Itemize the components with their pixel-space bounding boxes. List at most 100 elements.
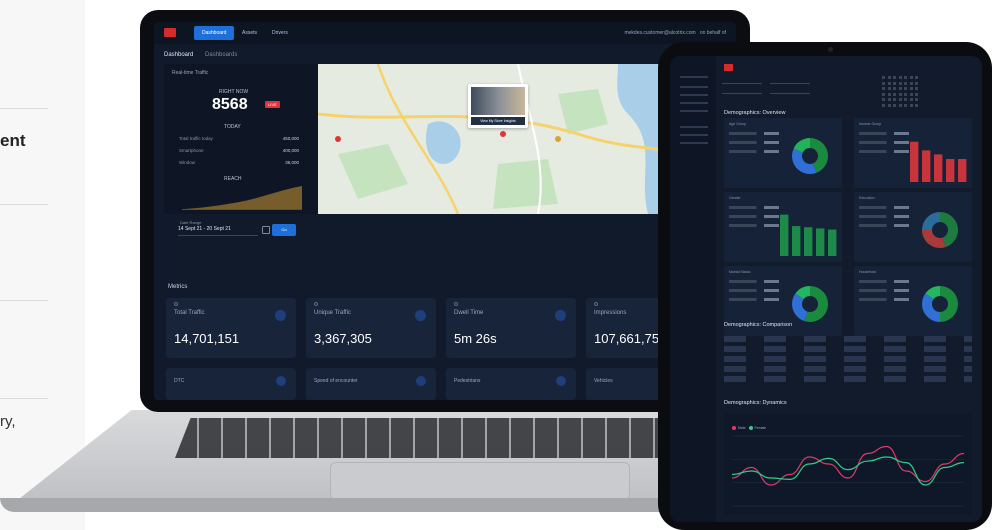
calendar-day[interactable] <box>909 98 913 101</box>
metric-icon <box>276 376 286 386</box>
brand-logo[interactable] <box>164 28 176 37</box>
calendar-day[interactable] <box>887 81 891 85</box>
calendar-day[interactable] <box>882 98 885 101</box>
calendar-day[interactable] <box>893 81 896 85</box>
calendar-day[interactable] <box>909 87 913 90</box>
sidebar-item[interactable] <box>680 76 708 78</box>
calendar-day[interactable] <box>898 98 902 101</box>
sidebar-item[interactable] <box>680 94 708 96</box>
metric-icon <box>416 376 426 386</box>
calendar-day[interactable] <box>915 103 918 107</box>
calendar-day[interactable] <box>904 103 907 107</box>
filter-dropdown[interactable] <box>770 90 810 94</box>
calendar-day[interactable] <box>893 92 896 96</box>
calendar-day[interactable] <box>909 103 913 107</box>
demographic-card[interactable]: Household <box>854 266 972 336</box>
calendar-day[interactable] <box>882 81 885 85</box>
info-icon[interactable] <box>174 302 178 306</box>
calendar-day[interactable] <box>904 81 907 85</box>
tablet-filter-bar <box>722 76 872 100</box>
donut-slice <box>922 212 940 230</box>
calendar-day[interactable] <box>898 87 902 90</box>
calendar-day[interactable] <box>887 92 891 96</box>
map-store-tooltip[interactable]: View My Store Insights <box>468 84 528 128</box>
calendar-day[interactable] <box>915 92 918 96</box>
nav-tab-dashboard[interactable]: Dashboard <box>194 26 235 40</box>
calendar-day[interactable] <box>904 87 907 90</box>
demographic-card[interactable]: Education <box>854 192 972 262</box>
calendar-day[interactable] <box>898 76 902 79</box>
sidebar-item[interactable] <box>680 142 708 144</box>
metric-label: Impressions <box>594 310 627 316</box>
demographic-card[interactable]: Age Group <box>724 118 842 188</box>
brand-logo[interactable] <box>724 64 733 71</box>
filter-dropdown[interactable] <box>770 80 810 84</box>
calendar-day[interactable] <box>893 98 896 101</box>
metric-card-dwell-time[interactable]: Dwell Time 5m 26s <box>446 298 576 358</box>
sidebar-item[interactable] <box>680 110 708 112</box>
calendar-day[interactable] <box>893 76 896 79</box>
nav-tab-assets[interactable]: Assets <box>234 26 265 40</box>
demographic-card[interactable]: Gender <box>724 192 842 262</box>
metric-card-total-traffic[interactable]: Total Traffic 14,701,151 <box>166 298 296 358</box>
calendar-day[interactable] <box>904 98 907 101</box>
breadcrumb-current[interactable]: Dashboards <box>205 52 237 58</box>
comparison-table <box>724 336 972 396</box>
calendar-day[interactable] <box>887 76 891 79</box>
card-rows <box>859 280 909 307</box>
sidebar-item[interactable] <box>680 134 708 136</box>
bar-chart <box>780 214 837 256</box>
calendar-day[interactable] <box>904 76 907 79</box>
calendar-day[interactable] <box>898 92 902 96</box>
calendar-day[interactable] <box>887 103 891 107</box>
info-icon[interactable] <box>314 302 318 306</box>
left-text-fragment: ry, <box>0 413 16 430</box>
calendar-day[interactable] <box>882 103 885 107</box>
calendar-day[interactable] <box>915 76 918 79</box>
calendar-day[interactable] <box>909 81 913 85</box>
info-icon[interactable] <box>454 302 458 306</box>
card-title: Education <box>859 196 875 200</box>
donut-chart <box>922 212 958 248</box>
sidebar-item[interactable] <box>680 86 708 88</box>
calendar-day[interactable] <box>898 81 902 85</box>
calendar-day[interactable] <box>915 87 918 90</box>
calendar-day[interactable] <box>882 87 885 90</box>
calendar-day[interactable] <box>882 92 885 96</box>
reach-area-chart <box>182 186 302 210</box>
date-range-input[interactable]: 14 Sept 21 - 20 Sept 21 <box>178 226 258 236</box>
calendar-day[interactable] <box>909 76 913 79</box>
metric-card-dtc[interactable]: DTC <box>166 368 296 400</box>
calendar-icon[interactable] <box>262 226 270 234</box>
dynamics-chart-card[interactable]: Male Female <box>724 414 972 514</box>
filter-dropdown[interactable] <box>722 80 762 84</box>
card-title: Marital Status <box>729 270 751 274</box>
calendar-day[interactable] <box>898 103 902 107</box>
date-picker-calendar[interactable] <box>882 72 922 108</box>
calendar-day[interactable] <box>904 92 907 96</box>
calendar-day[interactable] <box>882 76 885 79</box>
calendar-day[interactable] <box>887 87 891 90</box>
metric-label: Speed of encounter <box>314 378 358 384</box>
filter-dropdown[interactable] <box>722 90 762 94</box>
metric-card-unique-traffic[interactable]: Unique Traffic 3,367,305 <box>306 298 436 358</box>
sidebar-item[interactable] <box>680 102 708 104</box>
calendar-day[interactable] <box>909 92 913 96</box>
nav-tab-drivers[interactable]: Drivers <box>264 26 296 40</box>
apply-date-button[interactable]: Go <box>272 224 296 236</box>
table-row <box>724 336 972 342</box>
sidebar-item[interactable] <box>680 126 708 128</box>
demographic-card[interactable]: Income Group <box>854 118 972 188</box>
calendar-day[interactable] <box>915 98 918 101</box>
calendar-day[interactable] <box>887 98 891 101</box>
metric-card-pedestrians[interactable]: Pedestrians <box>446 368 576 400</box>
table-row <box>724 346 972 352</box>
live-count: 8568 <box>212 96 248 113</box>
calendar-day[interactable] <box>893 87 896 90</box>
calendar-day[interactable] <box>915 81 918 85</box>
calendar-day[interactable] <box>893 103 896 107</box>
metric-card-speed[interactable]: Speed of encounter <box>306 368 436 400</box>
user-menu[interactable]: mekdes.customer@alcotrix.com on behalf o… <box>624 26 726 40</box>
laptop-screen: Dashboard Assets Drivers mekdes.customer… <box>154 22 736 400</box>
info-icon[interactable] <box>594 302 598 306</box>
